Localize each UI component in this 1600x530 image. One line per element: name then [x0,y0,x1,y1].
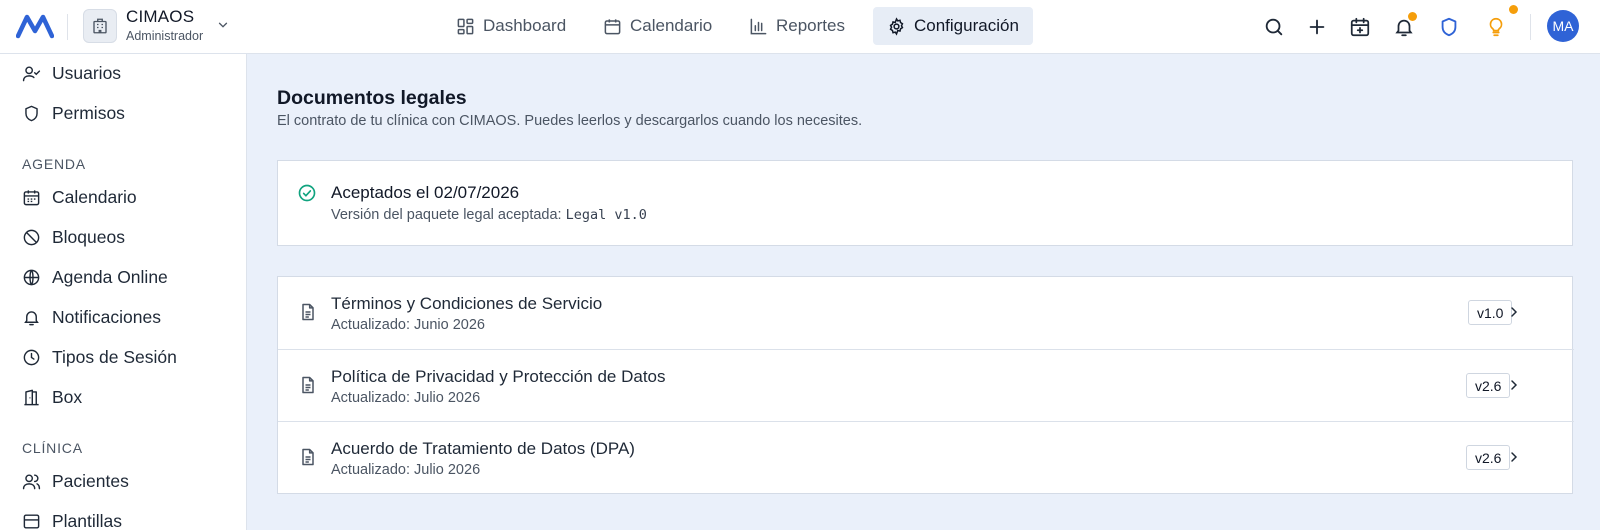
sidebar-item-box[interactable]: Box [22,382,82,412]
nav-label: Configuración [914,16,1019,35]
acceptance-card: Aceptados el 02/07/2026 Versión del paqu… [277,160,1573,246]
nav-label: Dashboard [483,16,567,35]
document-title: Acuerdo de Tratamiento de Datos (DPA) [331,439,635,458]
door-icon [24,389,39,405]
clock-icon [23,349,40,365]
documents-list: Términos y Condiciones de Servicio Actua… [277,276,1574,494]
sidebar-item-usuarios[interactable]: Usuarios [22,58,121,88]
sidebar-item-tipos-de-sesion[interactable]: Tipos de Sesión [22,342,177,372]
org-role: Administrador [126,29,204,43]
sidebar-item-label: Plantillas [52,510,123,530]
search-icon[interactable] [1263,16,1285,38]
divider [1530,14,1531,40]
acceptance-title: Aceptados el 02/07/2026 [331,183,519,203]
chevron-down-icon[interactable] [216,18,230,32]
sidebar-item-label: Permisos [52,102,125,123]
sidebar-item-label: Bloqueos [52,226,125,247]
sidebar-item-label: Pacientes [52,470,129,491]
document-row-privacidad[interactable]: Política de Privacidad y Protección de D… [278,349,1574,420]
shield-icon[interactable] [1438,16,1460,38]
sidebar-item-pacientes[interactable]: Pacientes [22,466,129,496]
acceptance-version-label: Versión del paquete legal aceptada: [331,207,562,223]
divider [67,14,68,40]
org-name[interactable]: CIMAOS [126,7,194,27]
document-icon [302,376,314,394]
notification-dot [1408,12,1417,21]
dashboard-icon [457,18,474,34]
acceptance-version-value: Legal v1.0 [565,207,647,223]
document-icon [302,303,314,321]
plus-icon[interactable] [1306,16,1328,38]
ban-icon [23,229,40,245]
sidebar-item-bloqueos[interactable]: Bloqueos [22,222,125,252]
check-circle-icon [298,184,316,202]
bar-chart-icon [750,18,767,34]
nav-calendario[interactable]: Calendario [589,7,726,45]
users-icon [22,473,41,489]
document-updated: Actualizado: Junio 2026 [331,317,485,333]
sidebar-item-agenda-online[interactable]: Agenda Online [22,262,168,292]
sidebar-item-label: Calendario [52,186,137,207]
settings-sidebar: Usuarios Permisos AGENDA Calendario Bloq… [0,54,247,530]
template-icon [23,513,40,529]
cimaos-logo-icon[interactable] [16,13,54,39]
document-icon [302,448,314,466]
bell-icon [24,310,39,325]
chevron-right-icon[interactable] [1506,449,1522,465]
sidebar-item-label: Box [52,386,83,407]
top-bar: CIMAOS Administrador Dashboard Calendari… [0,0,1600,54]
version-badge: v2.6 [1466,445,1511,470]
document-row-terminos[interactable]: Términos y Condiciones de Servicio Actua… [278,277,1574,348]
lightbulb-icon[interactable] [1485,16,1507,38]
nav-configuracion[interactable]: Configuración [873,7,1033,45]
building-icon[interactable] [83,9,117,43]
acceptance-prefix: Aceptados el [331,183,430,202]
document-title: Política de Privacidad y Protección de D… [331,367,666,386]
version-badge: v2.6 [1466,373,1511,398]
sidebar-item-plantillas[interactable]: Plantillas [22,506,122,530]
shield-icon [25,105,38,121]
sidebar-item-calendario[interactable]: Calendario [22,182,137,212]
nav-reportes[interactable]: Reportes [735,7,859,45]
document-title: Términos y Condiciones de Servicio [331,294,603,313]
chevron-right-icon[interactable] [1506,304,1522,320]
sidebar-item-label: Tipos de Sesión [52,346,177,367]
user-check-icon [22,65,41,81]
sidebar-item-notificaciones[interactable]: Notificaciones [22,302,161,332]
calendar-plus-icon[interactable] [1349,16,1371,38]
chevron-right-icon[interactable] [1506,377,1522,393]
section-label-clinica: CLÍNICA [22,440,83,456]
calendar-icon [604,18,621,34]
section-label-agenda: AGENDA [22,156,86,172]
globe-icon [23,269,40,285]
acceptance-version: Versión del paquete legal aceptada: Lega… [331,207,647,223]
gear-icon [889,16,904,36]
sidebar-item-label: Agenda Online [52,266,168,287]
tips-dot [1509,5,1518,14]
document-updated: Actualizado: Julio 2026 [331,462,481,478]
avatar[interactable]: MA [1547,10,1579,42]
sidebar-item-label: Usuarios [52,62,122,83]
sidebar-item-permisos[interactable]: Permisos [22,98,125,128]
nav-label: Calendario [630,16,713,35]
nav-label: Reportes [776,16,845,35]
calendar-icon [23,189,40,205]
acceptance-date: 02/07/2026 [434,183,520,202]
nav-dashboard[interactable]: Dashboard [442,7,580,45]
sidebar-item-label: Notificaciones [52,306,161,327]
page-subtitle: El contrato de tu clínica con CIMAOS. Pu… [277,113,863,129]
document-row-dpa[interactable]: Acuerdo de Tratamiento de Datos (DPA) Ac… [278,421,1574,492]
page-title: Documentos legales [277,87,467,109]
document-updated: Actualizado: Julio 2026 [331,390,481,406]
